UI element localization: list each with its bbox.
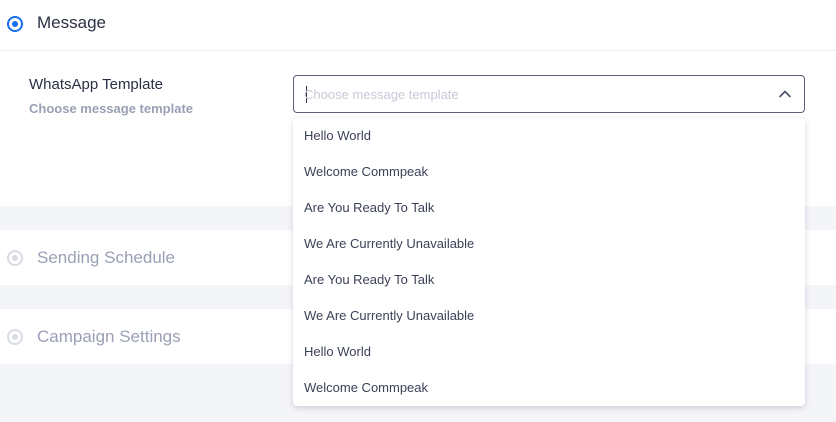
whatsapp-template-label: WhatsApp Template	[29, 76, 163, 93]
template-option[interactable]: Are You Ready To Talk	[293, 262, 805, 298]
campaign-radio-icon[interactable]	[7, 329, 23, 345]
campaign-settings-title: Campaign Settings	[37, 327, 181, 346]
template-option[interactable]: We Are Currently Unavailable	[293, 226, 805, 262]
chevron-up-icon[interactable]	[778, 87, 792, 101]
message-section-header[interactable]: Message	[0, 0, 836, 51]
message-section-title: Message	[37, 13, 106, 32]
template-option[interactable]: Welcome Commpeak	[293, 370, 805, 406]
message-radio-icon[interactable]	[7, 16, 23, 32]
schedule-radio-icon[interactable]	[7, 250, 23, 266]
template-option[interactable]: Are You Ready To Talk	[293, 190, 805, 226]
template-option[interactable]: Hello World	[293, 118, 805, 154]
whatsapp-template-hint: Choose message template	[29, 101, 194, 116]
template-option[interactable]: We Are Currently Unavailable	[293, 298, 805, 334]
template-option[interactable]: Hello World	[293, 334, 805, 370]
sending-schedule-title: Sending Schedule	[37, 248, 176, 267]
template-option[interactable]: Welcome Commpeak	[293, 154, 805, 190]
template-select[interactable]	[293, 75, 805, 113]
template-dropdown-menu: Hello World Welcome Commpeak Are You Rea…	[293, 118, 805, 406]
template-search-input[interactable]	[304, 76, 764, 112]
